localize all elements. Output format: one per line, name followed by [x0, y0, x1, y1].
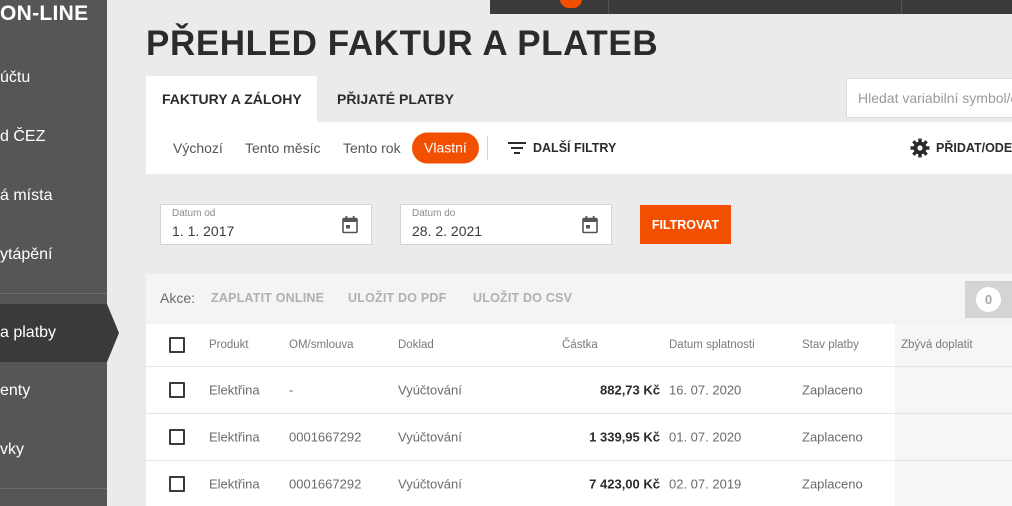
cell-amount: 1 339,95 Kč	[589, 429, 660, 445]
gear-icon	[910, 138, 930, 158]
cell-document[interactable]: Vyúčtování	[398, 430, 462, 445]
cell-document[interactable]: Vyúčtování	[398, 476, 462, 491]
sidebar-item-requests[interactable]: vky	[0, 422, 107, 478]
brand-logo-text: ON-LINE	[0, 2, 89, 25]
cell-status: Zaplaceno	[802, 476, 863, 491]
save-csv-button[interactable]: ULOŽIT DO CSV	[473, 291, 572, 305]
date-from-label: Datum od	[172, 208, 216, 219]
selected-count-badge: 0	[976, 287, 1001, 312]
more-filters-button[interactable]: DALŠÍ FILTRY	[508, 139, 616, 157]
top-bar-divider	[608, 0, 609, 14]
cell-amount: 882,73 Kč	[600, 382, 660, 398]
date-to-label: Datum do	[412, 208, 456, 219]
calendar-icon[interactable]	[342, 216, 358, 234]
calendar-icon[interactable]	[582, 216, 598, 234]
sidebar-item-payments[interactable]: a platby	[0, 304, 107, 362]
filter-this-month[interactable]: Tento měsíc	[245, 140, 320, 156]
sidebar-divider	[0, 293, 107, 294]
filter-divider	[487, 136, 488, 160]
filter-lines-icon	[508, 142, 526, 154]
sidebar-item-account[interactable]: účtu	[0, 50, 107, 106]
more-filters-label: DALŠÍ FILTRY	[533, 141, 617, 155]
cell-product: Elektřina	[209, 382, 260, 398]
add-remove-label: PŘIDAT/ODE	[936, 141, 1012, 155]
remaining-cell	[895, 367, 1012, 413]
sidebar-item-heating[interactable]: ytápění	[0, 227, 107, 283]
column-header-amount[interactable]: Částka	[562, 339, 598, 351]
cell-status: Zaplaceno	[802, 429, 863, 445]
add-remove-columns-button[interactable]: PŘIDAT/ODE	[910, 138, 1012, 158]
cell-due-date: 16. 07. 2020	[669, 382, 742, 398]
row-checkbox[interactable]	[169, 429, 185, 445]
selected-counter: 0	[965, 281, 1012, 318]
date-from-value: 1. 1. 2017	[172, 223, 235, 239]
row-checkbox[interactable]	[169, 382, 185, 398]
cell-product: Elektřina	[209, 429, 260, 445]
tab-invoices[interactable]: FAKTURY A ZÁLOHY	[146, 76, 317, 122]
save-pdf-button[interactable]: ULOŽIT DO PDF	[348, 291, 446, 305]
sidebar-item-cez[interactable]: d ČEZ	[0, 109, 107, 165]
cell-contract: 0001667292	[289, 429, 362, 445]
sidebar-item-label: d ČEZ	[0, 128, 46, 145]
column-header-document[interactable]: Doklad	[398, 339, 434, 351]
table-row[interactable]: Elektřina - Vyúčtování 882,73 Kč 16. 07.…	[146, 367, 1012, 414]
sidebar: ON-LINE účtu d ČEZ á místa ytápění a pla…	[0, 0, 107, 506]
notification-badge[interactable]	[560, 0, 582, 8]
row-checkbox[interactable]	[169, 475, 185, 492]
tab-received-payments[interactable]: PŘIJATÉ PLATBY	[337, 76, 454, 122]
sidebar-item-label: účtu	[0, 69, 31, 86]
column-header-remaining[interactable]: Zbývá doplatit	[901, 339, 973, 351]
top-bar	[490, 0, 1012, 14]
column-header-due-date[interactable]: Datum splatnosti	[669, 339, 755, 351]
remaining-cell	[895, 461, 1012, 506]
table-row[interactable]: Elektřina 0001667292 Vyúčtování 1 339,95…	[146, 414, 1012, 461]
select-all-checkbox[interactable]	[169, 337, 185, 353]
sidebar-item-label: enty	[0, 382, 31, 399]
sidebar-item-label: ytápění	[0, 246, 53, 263]
filter-default[interactable]: Výchozí	[173, 140, 223, 156]
sidebar-item-label: á místa	[0, 187, 53, 204]
remaining-cell	[895, 414, 1012, 460]
search-input[interactable]	[846, 78, 1012, 118]
date-to-value: 28. 2. 2021	[412, 223, 483, 239]
filter-custom[interactable]: Vlastní	[412, 132, 479, 164]
pay-online-button[interactable]: ZAPLATIT ONLINE	[211, 291, 324, 305]
active-item-pointer	[107, 304, 119, 362]
column-header-status[interactable]: Stav platby	[802, 339, 859, 351]
cell-due-date: 01. 07. 2020	[669, 429, 742, 445]
cell-contract: 0001667292	[289, 476, 362, 491]
date-from-field[interactable]: Datum od 1. 1. 2017	[160, 204, 372, 245]
top-bar-divider	[901, 0, 902, 14]
cell-due-date: 02. 07. 2019	[669, 476, 742, 491]
column-header-contract[interactable]: OM/smlouva	[289, 339, 354, 351]
table-header-row: Produkt OM/smlouva Doklad Částka Datum s…	[146, 324, 1012, 367]
sidebar-item-label: a platby	[0, 324, 57, 341]
filter-button[interactable]: FILTROVAT	[640, 205, 731, 244]
table-row[interactable]: Elektřina 0001667292 Vyúčtování 7 423,00…	[146, 461, 1012, 506]
sidebar-item-label: vky	[0, 441, 24, 458]
date-to-field[interactable]: Datum do 28. 2. 2021	[400, 204, 612, 245]
cell-product: Elektřina	[209, 476, 260, 491]
sidebar-item-documents[interactable]: enty	[0, 363, 107, 419]
cell-contract: -	[289, 382, 294, 398]
cell-amount: 7 423,00 Kč	[589, 476, 660, 491]
sidebar-divider	[0, 488, 107, 489]
column-header-product[interactable]: Produkt	[209, 339, 249, 351]
filter-this-year[interactable]: Tento rok	[343, 140, 401, 156]
sidebar-item-places[interactable]: á místa	[0, 168, 107, 224]
cell-status: Zaplaceno	[802, 382, 863, 398]
cell-document[interactable]: Vyúčtování	[398, 383, 462, 398]
page-title: PŘEHLED FAKTUR A PLATEB	[146, 24, 659, 63]
actions-label: Akce:	[160, 290, 196, 306]
